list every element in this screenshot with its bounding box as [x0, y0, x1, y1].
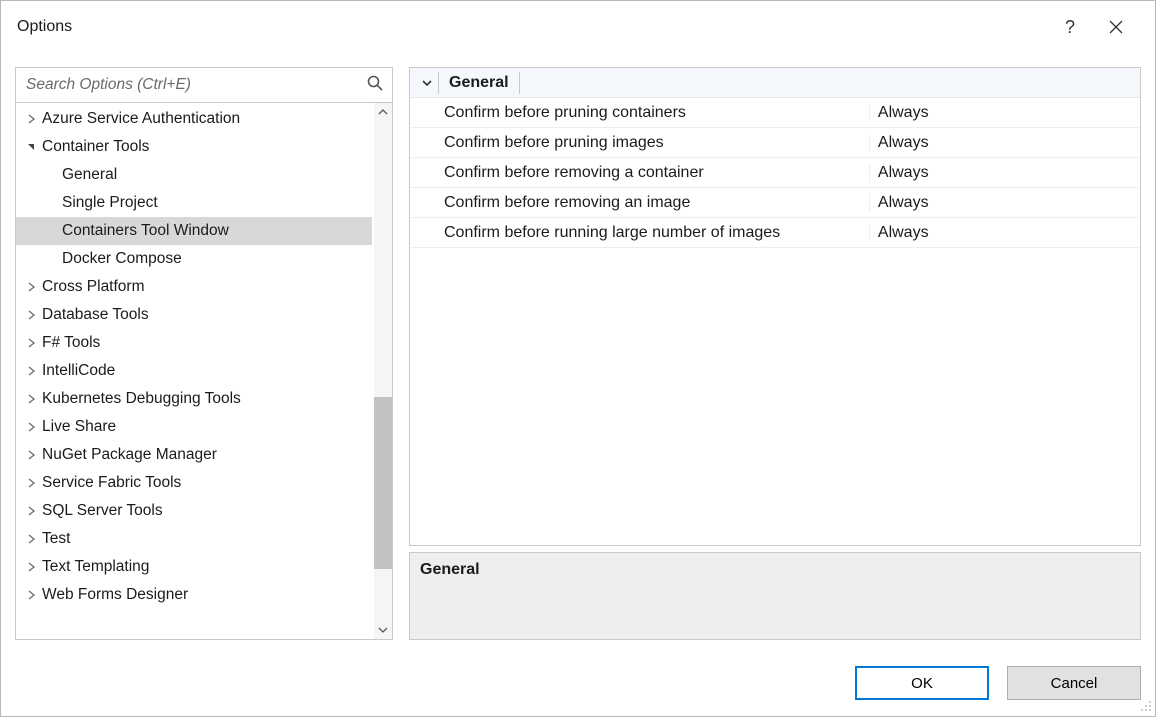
description-panel: General [409, 552, 1141, 640]
tree-item-azure-service-authentication[interactable]: Azure Service Authentication [16, 105, 372, 133]
dialog-footer: OK Cancel [1, 640, 1155, 716]
tree-item-live-share[interactable]: Live Share [16, 413, 372, 441]
scroll-thumb[interactable] [374, 397, 392, 569]
tree-item-label: General [62, 166, 117, 184]
chevron-right-icon[interactable] [24, 506, 38, 516]
search-wrap [16, 68, 392, 103]
property-value[interactable]: Always [870, 104, 1140, 122]
ok-button[interactable]: OK [855, 666, 989, 700]
tree-item-label: F# Tools [42, 334, 100, 352]
property-name: Confirm before removing a container [410, 164, 870, 182]
chevron-right-icon[interactable] [24, 366, 38, 376]
property-name: Confirm before pruning containers [410, 104, 870, 122]
vertical-scrollbar[interactable] [374, 103, 392, 639]
category-label: General [449, 74, 509, 91]
chevron-right-icon[interactable] [24, 590, 38, 600]
property-name: Confirm before removing an image [410, 194, 870, 212]
property-grid-rows: General Confirm before pruning container… [410, 68, 1140, 545]
tree-item-containers-tool-window[interactable]: Containers Tool Window [16, 217, 372, 245]
tree-item-label: Container Tools [42, 138, 149, 156]
property-value[interactable]: Always [870, 134, 1140, 152]
nav-panel: Azure Service Authentication Container To… [15, 67, 393, 640]
tree-item-container-tools[interactable]: Container Tools [16, 133, 372, 161]
tree-item-docker-compose[interactable]: Docker Compose [16, 245, 372, 273]
scroll-track[interactable] [374, 121, 392, 621]
tree-item-label: Text Templating [42, 558, 149, 576]
settings-panel: General Confirm before pruning container… [409, 67, 1141, 640]
chevron-right-icon[interactable] [24, 310, 38, 320]
tree-item-label: Web Forms Designer [42, 586, 188, 604]
tree-item-label: Live Share [42, 418, 116, 436]
options-dialog: Options ? Azure Service Authentication Co… [0, 0, 1156, 717]
titlebar: Options ? [1, 1, 1155, 53]
tree-item-general[interactable]: General [16, 161, 372, 189]
property-name: Confirm before running large number of i… [410, 224, 870, 242]
chevron-right-icon[interactable] [24, 534, 38, 544]
description-title: General [420, 561, 1130, 579]
tree-item-label: Single Project [62, 194, 158, 212]
property-grid: General Confirm before pruning container… [409, 67, 1141, 546]
property-value[interactable]: Always [870, 164, 1140, 182]
search-input[interactable] [16, 68, 392, 102]
chevron-down-icon[interactable] [24, 142, 38, 152]
tree-item-f-tools[interactable]: F# Tools [16, 329, 372, 357]
tree-item-label: Containers Tool Window [62, 222, 229, 240]
scroll-up-icon[interactable] [374, 103, 392, 121]
nav-tree: Azure Service Authentication Container To… [16, 105, 372, 609]
tree-item-intellicode[interactable]: IntelliCode [16, 357, 372, 385]
tree-item-label: Service Fabric Tools [42, 474, 181, 492]
category-row-general[interactable]: General [410, 68, 1140, 98]
cancel-button[interactable]: Cancel [1007, 666, 1141, 700]
search-icon[interactable] [366, 74, 384, 96]
tree-item-nuget-package-manager[interactable]: NuGet Package Manager [16, 441, 372, 469]
chevron-right-icon[interactable] [24, 114, 38, 124]
chevron-right-icon[interactable] [24, 422, 38, 432]
tree-item-text-templating[interactable]: Text Templating [16, 553, 372, 581]
tree-item-label: Docker Compose [62, 250, 182, 268]
tree-item-sql-server-tools[interactable]: SQL Server Tools [16, 497, 372, 525]
chevron-right-icon[interactable] [24, 450, 38, 460]
property-value[interactable]: Always [870, 224, 1140, 242]
tree-item-cross-platform[interactable]: Cross Platform [16, 273, 372, 301]
tree-item-label: NuGet Package Manager [42, 446, 217, 464]
tree-item-service-fabric-tools[interactable]: Service Fabric Tools [16, 469, 372, 497]
window-title: Options [17, 18, 72, 36]
tree-item-web-forms-designer[interactable]: Web Forms Designer [16, 581, 372, 609]
chevron-right-icon[interactable] [24, 478, 38, 488]
property-row[interactable]: Confirm before removing a containerAlway… [410, 158, 1140, 188]
scroll-down-icon[interactable] [374, 621, 392, 639]
tree-item-label: IntelliCode [42, 362, 115, 380]
property-row[interactable]: Confirm before running large number of i… [410, 218, 1140, 248]
tree-item-label: Database Tools [42, 306, 149, 324]
tree-item-label: SQL Server Tools [42, 502, 163, 520]
chevron-right-icon[interactable] [24, 282, 38, 292]
resize-grip-icon[interactable] [1138, 698, 1152, 715]
chevron-down-icon[interactable] [416, 76, 438, 90]
chevron-right-icon[interactable] [24, 338, 38, 348]
tree-item-single-project[interactable]: Single Project [16, 189, 372, 217]
tree-item-kubernetes-debugging-tools[interactable]: Kubernetes Debugging Tools [16, 385, 372, 413]
tree-scroll: Azure Service Authentication Container To… [16, 103, 392, 639]
dialog-body: Azure Service Authentication Container To… [1, 53, 1155, 640]
help-icon[interactable]: ? [1047, 1, 1093, 53]
property-row[interactable]: Confirm before pruning containersAlways [410, 98, 1140, 128]
tree-item-label: Azure Service Authentication [42, 110, 240, 128]
tree-item-database-tools[interactable]: Database Tools [16, 301, 372, 329]
tree-item-test[interactable]: Test [16, 525, 372, 553]
chevron-right-icon[interactable] [24, 562, 38, 572]
property-row[interactable]: Confirm before pruning imagesAlways [410, 128, 1140, 158]
chevron-right-icon[interactable] [24, 394, 38, 404]
close-icon[interactable] [1093, 1, 1139, 53]
tree-item-label: Kubernetes Debugging Tools [42, 390, 241, 408]
property-row[interactable]: Confirm before removing an imageAlways [410, 188, 1140, 218]
tree-item-label: Cross Platform [42, 278, 145, 296]
property-name: Confirm before pruning images [410, 134, 870, 152]
property-value[interactable]: Always [870, 194, 1140, 212]
tree-item-label: Test [42, 530, 70, 548]
